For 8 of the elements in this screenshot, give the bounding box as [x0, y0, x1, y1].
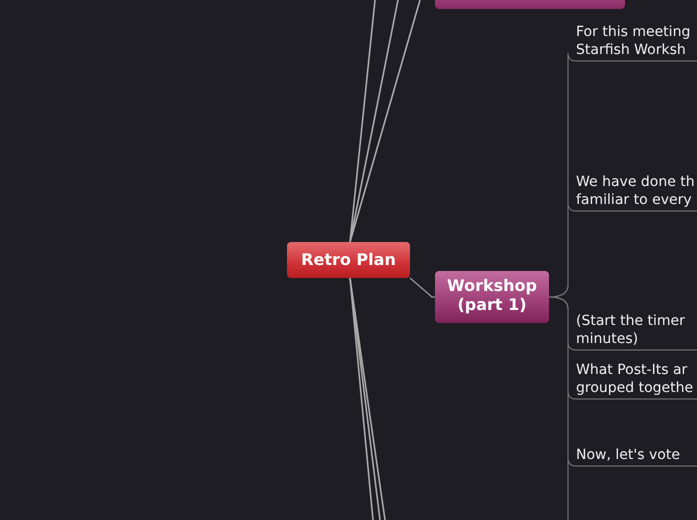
note-text: Now, let's vote: [576, 446, 680, 464]
branch-topic[interactable]: Workshop (part 1): [435, 271, 549, 323]
note-text: We have done th familiar to every: [576, 173, 695, 209]
root-topic[interactable]: Retro Plan: [287, 242, 410, 278]
note-text: (Start the timer minutes): [576, 312, 685, 348]
note-text: What Post-Its ar grouped togethe: [576, 361, 694, 397]
connector-line: [410, 278, 435, 298]
note-text: For this meeting Starfish Worksh: [576, 23, 690, 59]
